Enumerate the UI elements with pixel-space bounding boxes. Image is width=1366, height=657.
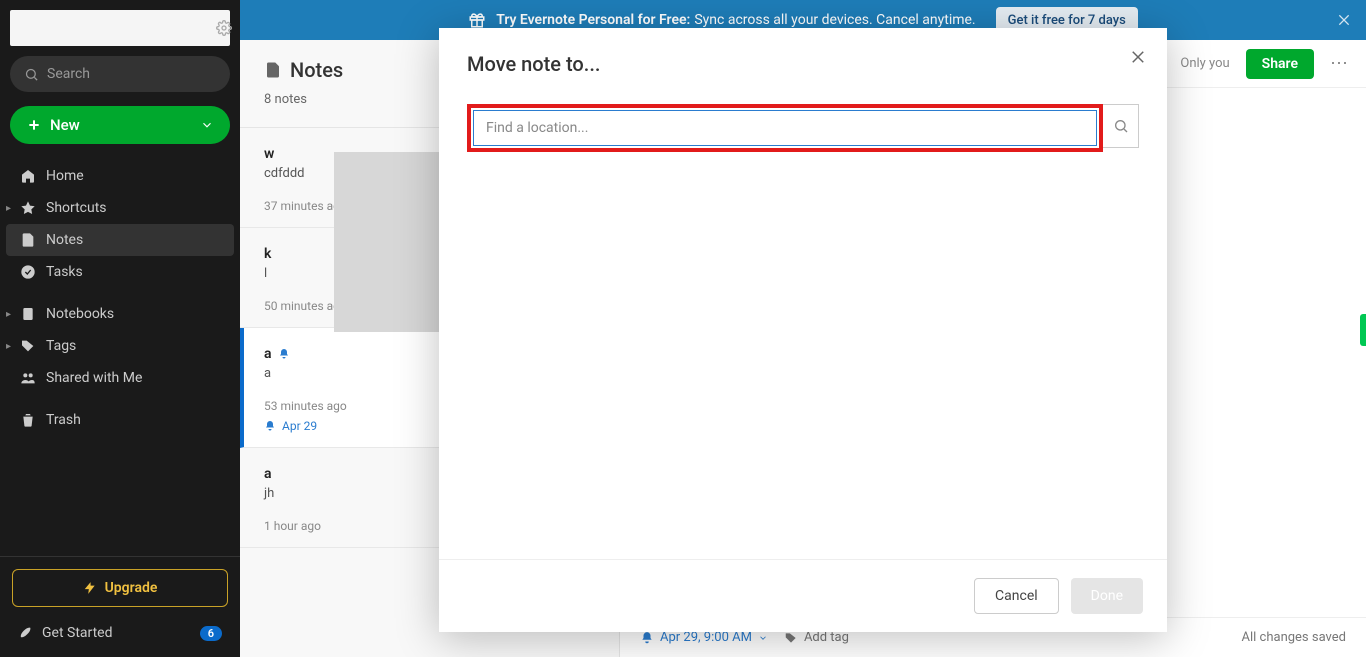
upgrade-button[interactable]: Upgrade bbox=[12, 569, 228, 607]
sidebar-item-notebooks[interactable]: ▸ Notebooks bbox=[0, 298, 240, 330]
user-account-block[interactable] bbox=[10, 10, 230, 46]
search-icon bbox=[24, 67, 39, 82]
sidebar-item-tags[interactable]: ▸ Tags bbox=[0, 330, 240, 362]
new-button[interactable]: New bbox=[10, 106, 230, 144]
get-started-row[interactable]: Get Started 6 bbox=[12, 621, 228, 645]
sidebar-search[interactable]: Search bbox=[10, 56, 230, 92]
get-started-badge: 6 bbox=[200, 626, 222, 641]
home-icon bbox=[20, 168, 36, 184]
rocket-icon bbox=[18, 626, 32, 640]
sidebar-item-label: Trash bbox=[46, 412, 81, 428]
note-icon bbox=[20, 232, 36, 248]
sidebar-search-placeholder: Search bbox=[47, 66, 90, 82]
move-note-modal: Move note to... Cancel Done bbox=[439, 28, 1167, 632]
sidebar-item-home[interactable]: Home bbox=[0, 160, 240, 192]
sidebar-item-label: Notes bbox=[46, 232, 83, 248]
bolt-icon bbox=[83, 581, 97, 595]
check-circle-icon bbox=[20, 264, 36, 280]
sidebar-item-label: Shortcuts bbox=[46, 200, 107, 216]
star-icon bbox=[20, 200, 36, 216]
done-button[interactable]: Done bbox=[1071, 578, 1143, 614]
sidebar: Search New Home ▸ Shortcuts Notes Tasks bbox=[0, 0, 240, 657]
chevron-right-icon: ▸ bbox=[6, 309, 11, 320]
sidebar-item-tasks[interactable]: Tasks bbox=[0, 256, 240, 288]
plus-icon bbox=[26, 117, 42, 133]
notebook-icon bbox=[20, 306, 36, 322]
sidebar-item-label: Shared with Me bbox=[46, 370, 142, 386]
location-search-input[interactable] bbox=[473, 110, 1097, 146]
sidebar-item-label: Tasks bbox=[46, 264, 83, 280]
sidebar-item-label: Home bbox=[46, 168, 84, 184]
sidebar-item-notes[interactable]: Notes bbox=[6, 224, 234, 256]
gear-icon[interactable] bbox=[216, 20, 232, 36]
people-icon bbox=[20, 370, 36, 386]
new-button-label: New bbox=[50, 116, 80, 134]
modal-title: Move note to... bbox=[467, 52, 1139, 76]
upgrade-label: Upgrade bbox=[105, 580, 158, 596]
sidebar-item-label: Tags bbox=[46, 338, 76, 354]
sidebar-item-shortcuts[interactable]: ▸ Shortcuts bbox=[0, 192, 240, 224]
search-icon bbox=[1113, 118, 1129, 134]
get-started-label: Get Started bbox=[42, 625, 113, 641]
chevron-down-icon bbox=[200, 118, 214, 132]
sidebar-item-shared[interactable]: Shared with Me bbox=[0, 362, 240, 394]
sidebar-nav: Home ▸ Shortcuts Notes Tasks ▸ Notebooks… bbox=[0, 154, 240, 556]
trash-icon bbox=[20, 412, 36, 428]
cancel-button[interactable]: Cancel bbox=[974, 578, 1059, 614]
tag-icon bbox=[20, 338, 36, 354]
location-input-highlight bbox=[467, 104, 1103, 152]
modal-backdrop: Move note to... Cancel Done bbox=[240, 0, 1366, 657]
chevron-right-icon: ▸ bbox=[6, 341, 11, 352]
sidebar-item-trash[interactable]: Trash bbox=[0, 404, 240, 436]
sidebar-item-label: Notebooks bbox=[46, 306, 114, 322]
modal-close-icon[interactable] bbox=[1129, 48, 1147, 66]
chevron-right-icon: ▸ bbox=[6, 203, 11, 214]
location-search-button[interactable] bbox=[1103, 104, 1139, 148]
